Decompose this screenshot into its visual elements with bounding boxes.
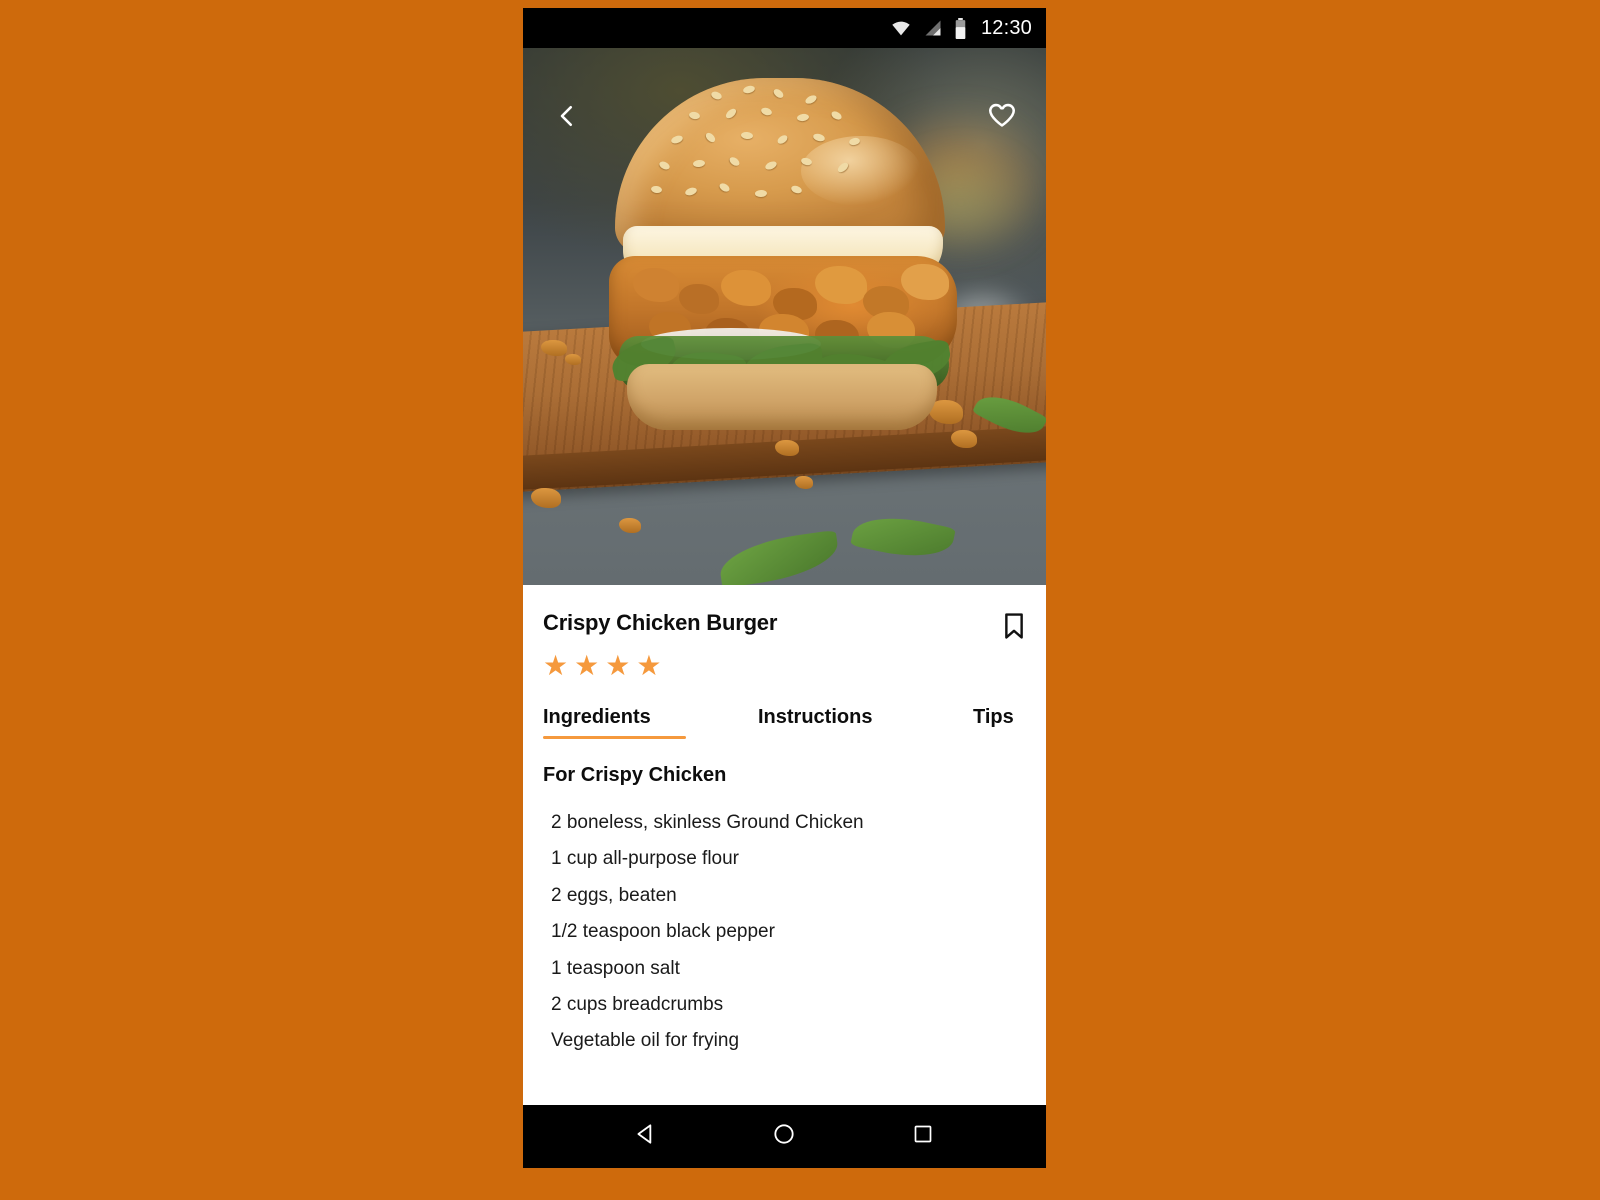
list-item: Vegetable oil for frying	[551, 1030, 740, 1052]
favorite-button[interactable]	[980, 96, 1024, 140]
home-circle-icon	[771, 1121, 797, 1152]
android-navigation-bar	[523, 1105, 1046, 1168]
list-item: 2 eggs, beaten	[551, 884, 677, 906]
tab-tips-label: Tips	[973, 706, 1014, 728]
nav-recents-button[interactable]	[897, 1111, 949, 1163]
battery-icon	[954, 17, 967, 39]
rating-stars[interactable]: ★ ★ ★ ★	[543, 652, 1026, 680]
tab-tips[interactable]: Tips	[973, 706, 1014, 739]
status-bar: 12:30	[523, 8, 1046, 48]
recents-square-icon	[911, 1122, 935, 1151]
recipe-hero-image	[523, 48, 1046, 585]
list-item: 2 boneless, skinless Ground Chicken	[551, 812, 864, 833]
tab-ingredients[interactable]: Ingredients	[543, 706, 758, 739]
back-button[interactable]	[545, 96, 589, 140]
title-row: Crispy Chicken Burger	[543, 585, 1026, 645]
list-item: 1 cup all-purpose flour	[551, 848, 739, 870]
active-tab-indicator	[543, 736, 686, 739]
back-chevron-icon	[552, 101, 582, 136]
burger-photo	[523, 48, 1046, 585]
page-title: Crispy Chicken Burger	[543, 610, 778, 635]
ingredients-section-heading: For Crispy Chicken	[543, 764, 727, 786]
star-icon-3[interactable]: ★	[605, 652, 630, 680]
nav-back-button[interactable]	[620, 1111, 672, 1163]
star-icon-2[interactable]: ★	[574, 652, 599, 680]
star-icon-1[interactable]: ★	[543, 652, 568, 680]
heart-outline-icon	[986, 100, 1018, 137]
status-bar-time: 12:30	[980, 16, 1032, 39]
list-item: 2 cups breadcrumbs	[551, 994, 724, 1016]
recipe-details-card: Crispy Chicken Burger ★ ★ ★ ★ Ingredient…	[523, 585, 1046, 1060]
tab-instructions[interactable]: Instructions	[758, 706, 973, 739]
bookmark-outline-icon	[1002, 613, 1026, 644]
bookmark-button[interactable]	[1002, 612, 1026, 645]
tab-ingredients-label: Ingredients	[543, 706, 651, 728]
cellular-signal-icon	[923, 18, 943, 38]
ingredients-list: 2 boneless, skinless Ground Chicken 1 cu…	[543, 805, 1026, 1060]
list-item: 1 teaspoon salt	[551, 957, 680, 979]
nav-home-button[interactable]	[758, 1111, 810, 1163]
tab-instructions-label: Instructions	[758, 706, 873, 728]
phone-frame: 12:30 Crispy Chicken Burger ★ ★ ★ ★ Ingr…	[523, 8, 1046, 1168]
back-triangle-icon	[633, 1121, 659, 1152]
wifi-icon	[890, 17, 912, 39]
tab-bar: Ingredients Instructions Tips	[543, 706, 1026, 739]
star-icon-4[interactable]: ★	[636, 652, 661, 680]
list-item: 1/2 teaspoon black pepper	[551, 921, 775, 943]
screen-root: 12:30 Crispy Chicken Burger ★ ★ ★ ★ Ingr…	[0, 0, 1600, 1200]
